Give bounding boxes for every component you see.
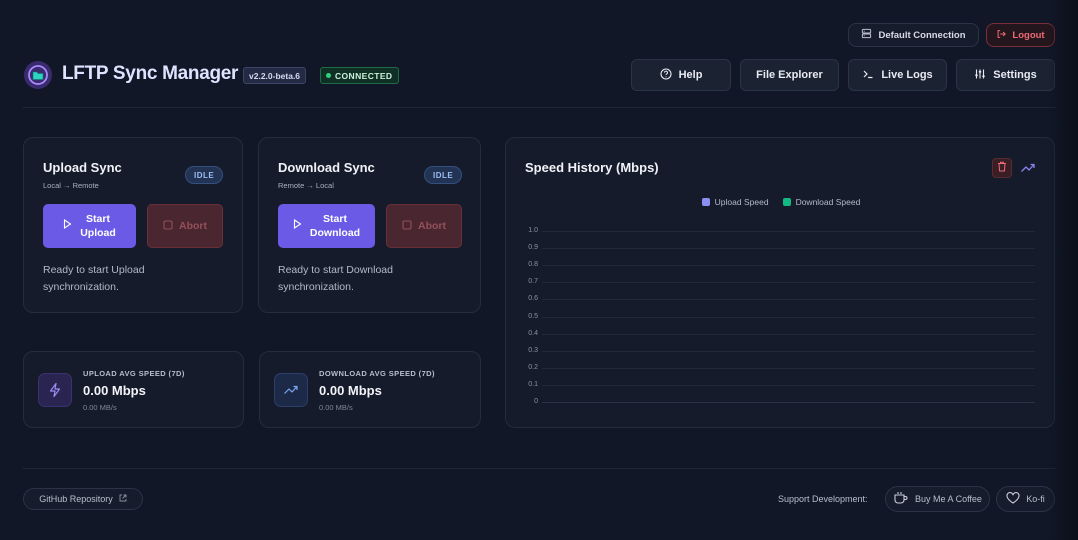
stop-icon [163,219,173,233]
download-message: Ready to start Download synchronization. [278,264,393,293]
abort-download-label: Abort [418,220,446,232]
grid-line [542,299,1035,301]
grid-line [542,367,1035,369]
github-label: GitHub Repository [39,494,113,504]
help-label: Help [678,69,703,81]
grid-line [542,402,1035,403]
start-download-label: Start Download [309,213,361,239]
connection-status-badge: CONNECTED [320,67,400,84]
upload-avg-value: 0.00 Mbps [83,383,146,398]
chart-plot-area: 1.0 0.9 0.8 0.7 0.6 0.5 0.4 0.3 0.2 0.1 0 [506,138,1056,429]
upload-avg-speed-card: UPLOAD AVG SPEED (7D) 0.00 Mbps 0.00 MB/… [23,351,244,428]
y-tick-label: 0.5 [528,312,538,320]
play-icon [293,218,302,233]
logout-label: Logout [1012,29,1045,41]
connection-label: Default Connection [878,29,966,41]
y-tick-label: 0.4 [528,329,538,337]
github-repository-link[interactable]: GitHub Repository [23,488,143,510]
start-download-button[interactable]: Start Download [278,204,375,248]
grid-line [542,316,1035,318]
terminal-icon [862,68,874,83]
y-tick-label: 0.3 [528,346,538,354]
speed-history-card: Speed History (Mbps) Upload Speed Downlo… [505,137,1055,428]
download-avg-sub: 0.00 MB/s [319,403,353,412]
y-tick-label: 0.1 [528,380,538,388]
server-icon [861,28,872,42]
file-explorer-label: File Explorer [756,69,823,81]
y-tick-label: 0.9 [528,244,538,252]
coffee-label: Buy Me A Coffee [915,494,982,504]
status-text: CONNECTED [335,70,393,81]
file-explorer-button[interactable]: File Explorer [740,59,839,91]
coffee-cup-icon [893,491,909,507]
y-tick-label: 0.6 [528,295,538,303]
abort-download-button[interactable]: Abort [386,204,462,248]
upload-message: Ready to start Upload synchronization. [43,264,145,293]
status-dot-icon [326,73,331,78]
help-button[interactable]: Help [631,59,731,91]
y-tick-label: 0.2 [528,363,538,371]
abort-upload-label: Abort [179,220,207,232]
sliders-icon [974,68,986,83]
y-tick-label: 0.7 [528,278,538,286]
settings-label: Settings [993,69,1037,81]
grid-line [542,384,1035,386]
download-direction: Remote → Local [278,181,334,190]
y-tick-label: 0 [534,398,538,405]
play-icon [63,218,72,233]
external-link-icon [119,494,127,504]
grid-line [542,231,1035,232]
logout-button[interactable]: Logout [986,23,1055,47]
trending-up-icon [274,373,308,407]
download-avg-speed-card: DOWNLOAD AVG SPEED (7D) 0.00 Mbps 0.00 M… [259,351,481,428]
logout-icon [996,29,1007,42]
footer-divider [22,468,1056,469]
upload-card-title: Upload Sync [43,160,122,175]
download-status-badge: IDLE [424,166,463,184]
header-divider [22,107,1056,108]
lightning-icon [38,373,72,407]
live-logs-button[interactable]: Live Logs [848,59,947,91]
start-upload-label: Start Upload [80,213,116,239]
app-logo [24,61,52,89]
upload-avg-label: UPLOAD AVG SPEED (7D) [83,369,185,378]
upload-sync-card: Upload Sync Local → Remote IDLE Start Upl… [23,137,243,313]
grid-line [542,248,1035,250]
kofi-label: Ko-fi [1026,494,1045,504]
y-tick-label: 0.8 [528,261,538,269]
stop-icon [402,219,412,233]
abort-upload-button[interactable]: Abort [147,204,223,248]
download-avg-value: 0.00 Mbps [319,383,382,398]
start-upload-button[interactable]: Start Upload [43,204,136,248]
download-avg-label: DOWNLOAD AVG SPEED (7D) [319,369,435,378]
upload-direction: Local → Remote [43,181,99,190]
support-label: Support Development: [778,494,868,504]
download-card-title: Download Sync [278,160,375,175]
live-logs-label: Live Logs [881,69,933,81]
help-icon [660,67,672,83]
buy-me-a-coffee-button[interactable]: Buy Me A Coffee [885,486,990,512]
upload-status-badge: IDLE [185,166,224,184]
grid-line [542,265,1035,267]
version-badge: v2.2.0-beta.6 [243,67,307,84]
settings-button[interactable]: Settings [956,59,1055,91]
grid-line [542,333,1035,335]
heart-icon [1006,492,1020,506]
ko-fi-button[interactable]: Ko-fi [996,486,1055,512]
download-sync-card: Download Sync Remote → Local IDLE Start D… [258,137,481,313]
app-title: LFTP Sync Manager [62,63,239,84]
grid-line [542,282,1035,284]
upload-avg-sub: 0.00 MB/s [83,403,117,412]
y-tick-label: 1.0 [528,227,538,234]
connection-selector[interactable]: Default Connection [848,23,979,47]
grid-line [542,350,1035,352]
